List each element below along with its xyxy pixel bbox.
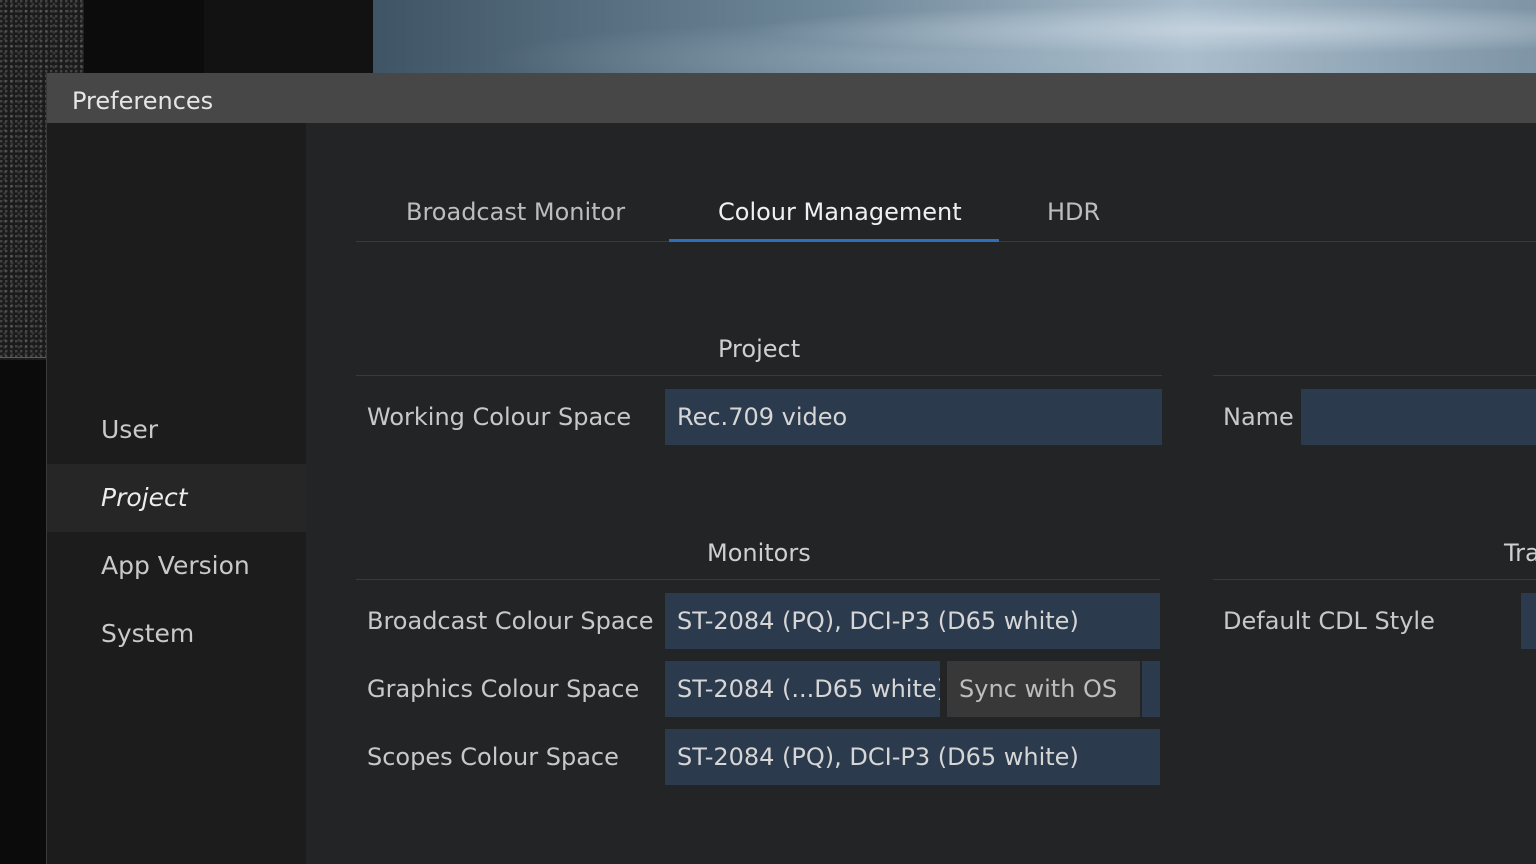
preferences-sidebar: User Project App Version System [47,123,306,864]
tab-broadcast-monitor[interactable]: Broadcast Monitor [406,198,625,240]
sidebar-item-user[interactable]: User [47,396,306,464]
background-panel-2 [204,0,373,73]
sidebar-item-project[interactable]: Project [47,464,306,532]
name-label: Name [1223,403,1294,431]
scopes-colour-space-label: Scopes Colour Space [367,743,619,771]
sidebar-item-system[interactable]: System [47,600,306,668]
sync-with-os-toggle[interactable]: Sync with OS [947,661,1140,717]
background-panel-1 [84,0,204,73]
section-title-project: Project [718,335,801,363]
graphics-colour-space-dropdown[interactable]: ST-2084 (...D65 white) [665,661,940,717]
tab-colour-management[interactable]: Colour Management [718,198,962,240]
active-tab-indicator [669,239,999,242]
section-title-monitors: Monitors [707,539,811,567]
background-viewer-image [373,0,1536,73]
sidebar-item-app-version[interactable]: App Version [47,532,306,600]
sync-with-os-indicator[interactable] [1142,661,1160,717]
working-colour-space-label: Working Colour Space [367,403,632,431]
dialog-title: Preferences [72,87,214,115]
default-cdl-style-label: Default CDL Style [1223,607,1435,635]
preferences-dialog: Preferences User Project App Version Sys… [46,73,1536,864]
preferences-content: Broadcast Monitor Colour Management HDR … [306,123,1536,864]
background-left-panel [0,360,46,864]
broadcast-colour-space-label: Broadcast Colour Space [367,607,654,635]
graphics-colour-space-label: Graphics Colour Space [367,675,640,703]
tab-hdr[interactable]: HDR [1047,198,1100,240]
default-cdl-style-dropdown[interactable] [1521,593,1536,649]
section-divider-project [356,375,1162,376]
dialog-titlebar[interactable]: Preferences [47,73,1536,123]
section-title-transforms: Tra [1504,539,1536,567]
broadcast-colour-space-dropdown[interactable]: ST-2084 (PQ), DCI-P3 (D65 white) [665,593,1160,649]
section-divider-transforms [1213,579,1536,580]
scopes-colour-space-dropdown[interactable]: ST-2084 (PQ), DCI-P3 (D65 white) [665,729,1160,785]
name-input[interactable] [1301,389,1536,445]
working-colour-space-dropdown[interactable]: Rec.709 video [665,389,1162,445]
section-divider-monitors [356,579,1160,580]
section-divider-right-top [1213,375,1536,376]
background-divider [0,357,46,358]
